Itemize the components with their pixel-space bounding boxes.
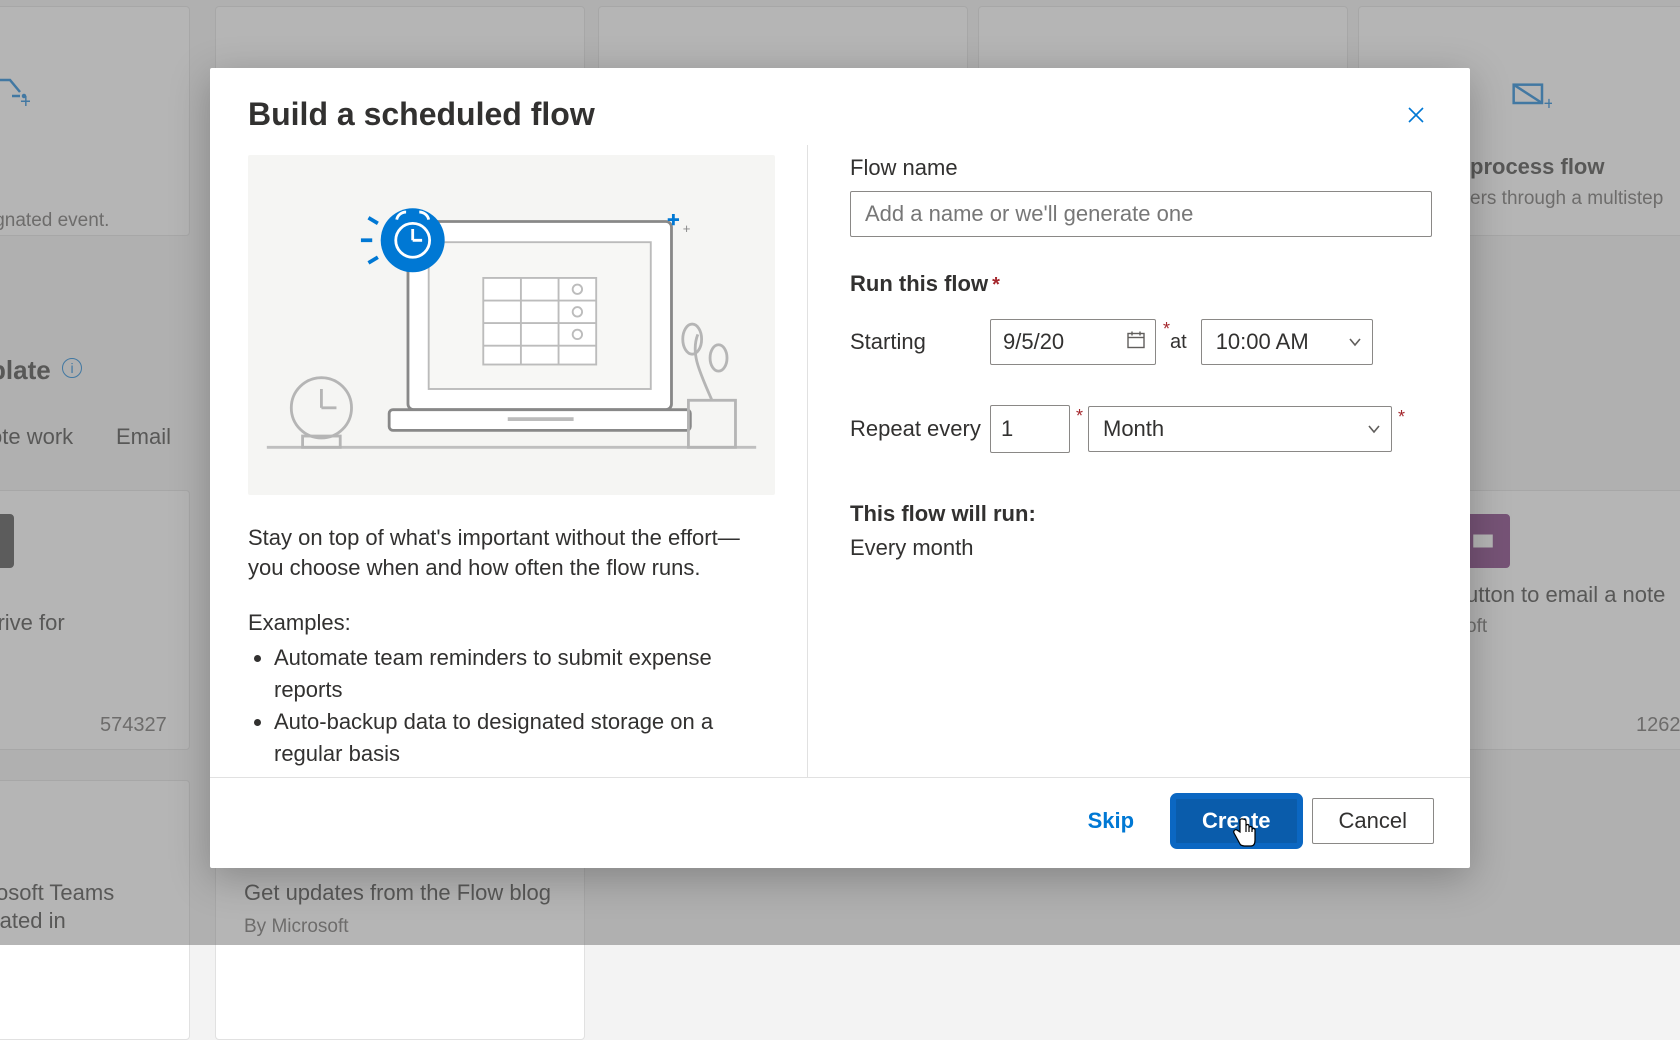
run-summary-text: Every month <box>850 535 1432 561</box>
starting-date-field[interactable]: 9/5/20 <box>990 319 1156 365</box>
modal-title: Build a scheduled flow <box>248 96 595 133</box>
repeat-row: Repeat every 1 Month <box>850 405 1432 453</box>
example-item: Auto-backup data to designated storage o… <box>274 706 775 770</box>
close-icon <box>1406 105 1426 125</box>
modal-overlay: Build a scheduled flow <box>0 0 1680 945</box>
chevron-down-icon <box>1348 329 1362 355</box>
chevron-down-icon <box>1367 416 1381 442</box>
starting-date-value[interactable]: 9/5/20 <box>990 319 1156 365</box>
starting-row: Starting 9/5/20 at 10:00 A <box>850 319 1432 365</box>
modal-body: + Stay on top of what's important withou… <box>210 145 1470 777</box>
starting-label: Starting <box>850 329 990 355</box>
run-this-flow-label: Run this flow* <box>850 271 1432 297</box>
at-label: at <box>1170 331 1187 354</box>
schedule-illustration: + <box>248 155 775 495</box>
starting-time-select[interactable]: 10:00 AM <box>1201 319 1373 365</box>
flow-name-input[interactable] <box>850 191 1432 237</box>
run-this-flow-text: Run this flow <box>850 271 988 296</box>
modal-right-column: Flow name Run this flow* Starting 9/5/20 <box>808 145 1432 777</box>
repeat-unit-value: Month <box>1103 416 1164 442</box>
required-star-icon: * <box>992 274 1000 296</box>
modal-left-column: + Stay on top of what's important withou… <box>248 145 808 777</box>
examples-label: Examples: <box>248 610 775 636</box>
starting-time-value: 10:00 AM <box>1216 329 1309 355</box>
close-button[interactable] <box>1400 99 1432 131</box>
examples-list: Automate team reminders to submit expens… <box>248 642 775 770</box>
modal-footer: Skip Create Cancel <box>210 777 1470 868</box>
cancel-button[interactable]: Cancel <box>1312 798 1434 844</box>
repeat-every-label: Repeat every <box>850 416 990 442</box>
repeat-count-input[interactable]: 1 <box>990 405 1070 453</box>
schedule-description: Stay on top of what's important without … <box>248 523 775 582</box>
build-scheduled-flow-modal: Build a scheduled flow <box>210 68 1470 868</box>
flow-name-label: Flow name <box>850 155 1432 181</box>
example-item: Automate team reminders to submit expens… <box>274 642 775 706</box>
modal-header: Build a scheduled flow <box>210 68 1470 145</box>
repeat-unit-select[interactable]: Month <box>1088 406 1392 452</box>
skip-button[interactable]: Skip <box>1061 798 1161 844</box>
svg-text:+: + <box>683 221 691 236</box>
run-summary-title: This flow will run: <box>850 501 1432 527</box>
create-button[interactable]: Create <box>1175 798 1297 844</box>
